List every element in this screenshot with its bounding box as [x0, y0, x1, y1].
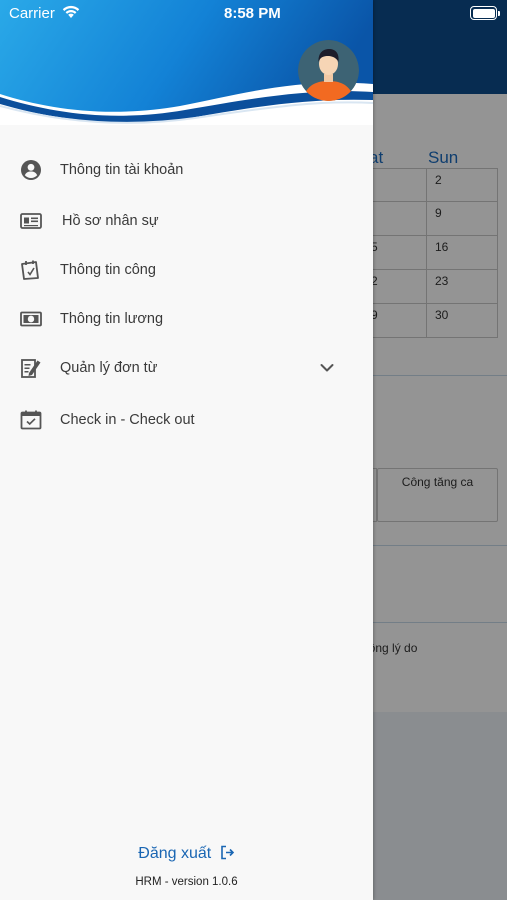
logout-button[interactable]: Đăng xuất: [0, 845, 373, 865]
menu-item-label: Thông tin công: [60, 261, 156, 278]
menu-item-salary[interactable]: Thông tin lương: [0, 294, 373, 343]
navigation-drawer: Thông tin tài khoản Hồ sơ nhân sự Thông …: [0, 0, 373, 900]
menu-item-label: Hồ sơ nhân sự: [62, 212, 159, 229]
menu-item-label: Thông tin lương: [60, 310, 164, 327]
clock-time: 8:58 PM: [224, 5, 281, 22]
menu-item-label: Thông tin tài khoản: [60, 161, 184, 178]
logout-label: Đăng xuất: [138, 845, 212, 862]
money-icon: [20, 308, 42, 330]
calendar-check-icon: [20, 409, 42, 431]
chevron-down-icon[interactable]: [319, 360, 335, 376]
menu-item-label: Quản lý đơn từ: [60, 359, 158, 376]
menu-item-timesheet[interactable]: Thông tin công: [0, 245, 373, 294]
menu-item-hr-profile[interactable]: Hồ sơ nhân sự: [0, 196, 373, 245]
menu-item-account-info[interactable]: Thông tin tài khoản: [0, 145, 373, 194]
app-version-text: HRM - version 1.0.6: [135, 876, 238, 888]
avatar[interactable]: [298, 40, 359, 101]
account-circle-icon: [20, 159, 42, 181]
carrier-label: Carrier: [9, 5, 55, 22]
battery-icon: [470, 6, 500, 20]
edit-document-icon: [20, 357, 42, 379]
drawer-menu: Thông tin tài khoản Hồ sơ nhân sự Thông …: [0, 145, 373, 444]
wifi-icon: [62, 5, 80, 23]
logout-icon: [220, 845, 235, 865]
menu-item-check-in-out[interactable]: Check in - Check out: [0, 395, 373, 444]
timesheet-icon: [20, 259, 42, 281]
menu-item-request-management[interactable]: Quản lý đơn từ: [0, 343, 373, 392]
id-card-icon: [20, 210, 42, 232]
menu-item-label: Check in - Check out: [60, 411, 195, 428]
status-bar: Carrier 8:58 PM: [0, 0, 507, 26]
